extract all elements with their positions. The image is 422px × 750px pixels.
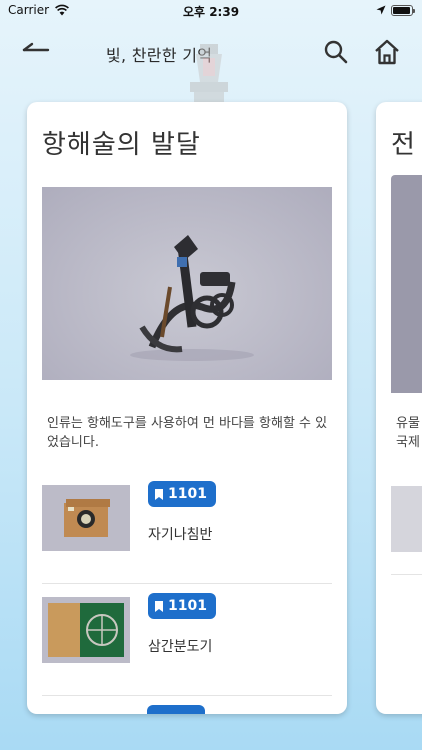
divider [391,574,422,575]
back-arrow-icon [22,42,50,52]
artifact-list: 1101 자기나침반 1101 삼간분도기 [27,472,347,696]
location-badge: 1101 [148,481,216,507]
list-item[interactable]: 1101 삼간분도기 [42,584,332,696]
location-badge: 1101 [148,593,216,619]
card-title: 항해술의 발달 [42,130,201,160]
next-item-badge-peek [147,705,205,714]
search-button[interactable] [322,38,350,66]
next-exhibit-card[interactable]: 전 유물 국제 [376,102,422,714]
badge-number: 1101 [168,486,207,502]
protractor-thumbnail [42,597,130,663]
background-lamp-image [190,44,228,106]
status-bar: Carrier 오후 2:39 [0,0,422,22]
card-description: 유물 국제 [396,416,420,450]
back-button[interactable] [14,36,54,68]
card-title: 전 [391,130,415,160]
search-icon [324,40,348,64]
battery-level [393,7,410,14]
exhibit-image[interactable] [391,175,422,393]
item-name: 자기나침반 [148,527,213,543]
sextant-photo [130,235,254,361]
clock: 오후 2:39 [182,5,240,19]
compass-thumbnail [42,485,130,551]
list-item[interactable]: 1101 자기나침반 [42,472,332,584]
artifact-thumbnail [391,486,422,552]
item-name: 삼간분도기 [148,639,213,655]
battery-icon [391,5,415,16]
bookmark-icon [155,600,163,612]
card-description: 인류는 항해도구를 사용하여 먼 바다를 항해할 수 있었습니다. [47,416,328,450]
location-arrow-icon [376,5,386,15]
home-icon [375,39,399,65]
bookmark-icon [155,488,163,500]
home-button[interactable] [372,37,402,67]
exhibit-card[interactable]: 항해술의 발달 인류는 항해도구를 사용하여 먼 바다를 항해할 수 있었습니다… [27,102,347,714]
sextant-image[interactable] [42,187,332,380]
badge-number: 1101 [168,598,207,614]
